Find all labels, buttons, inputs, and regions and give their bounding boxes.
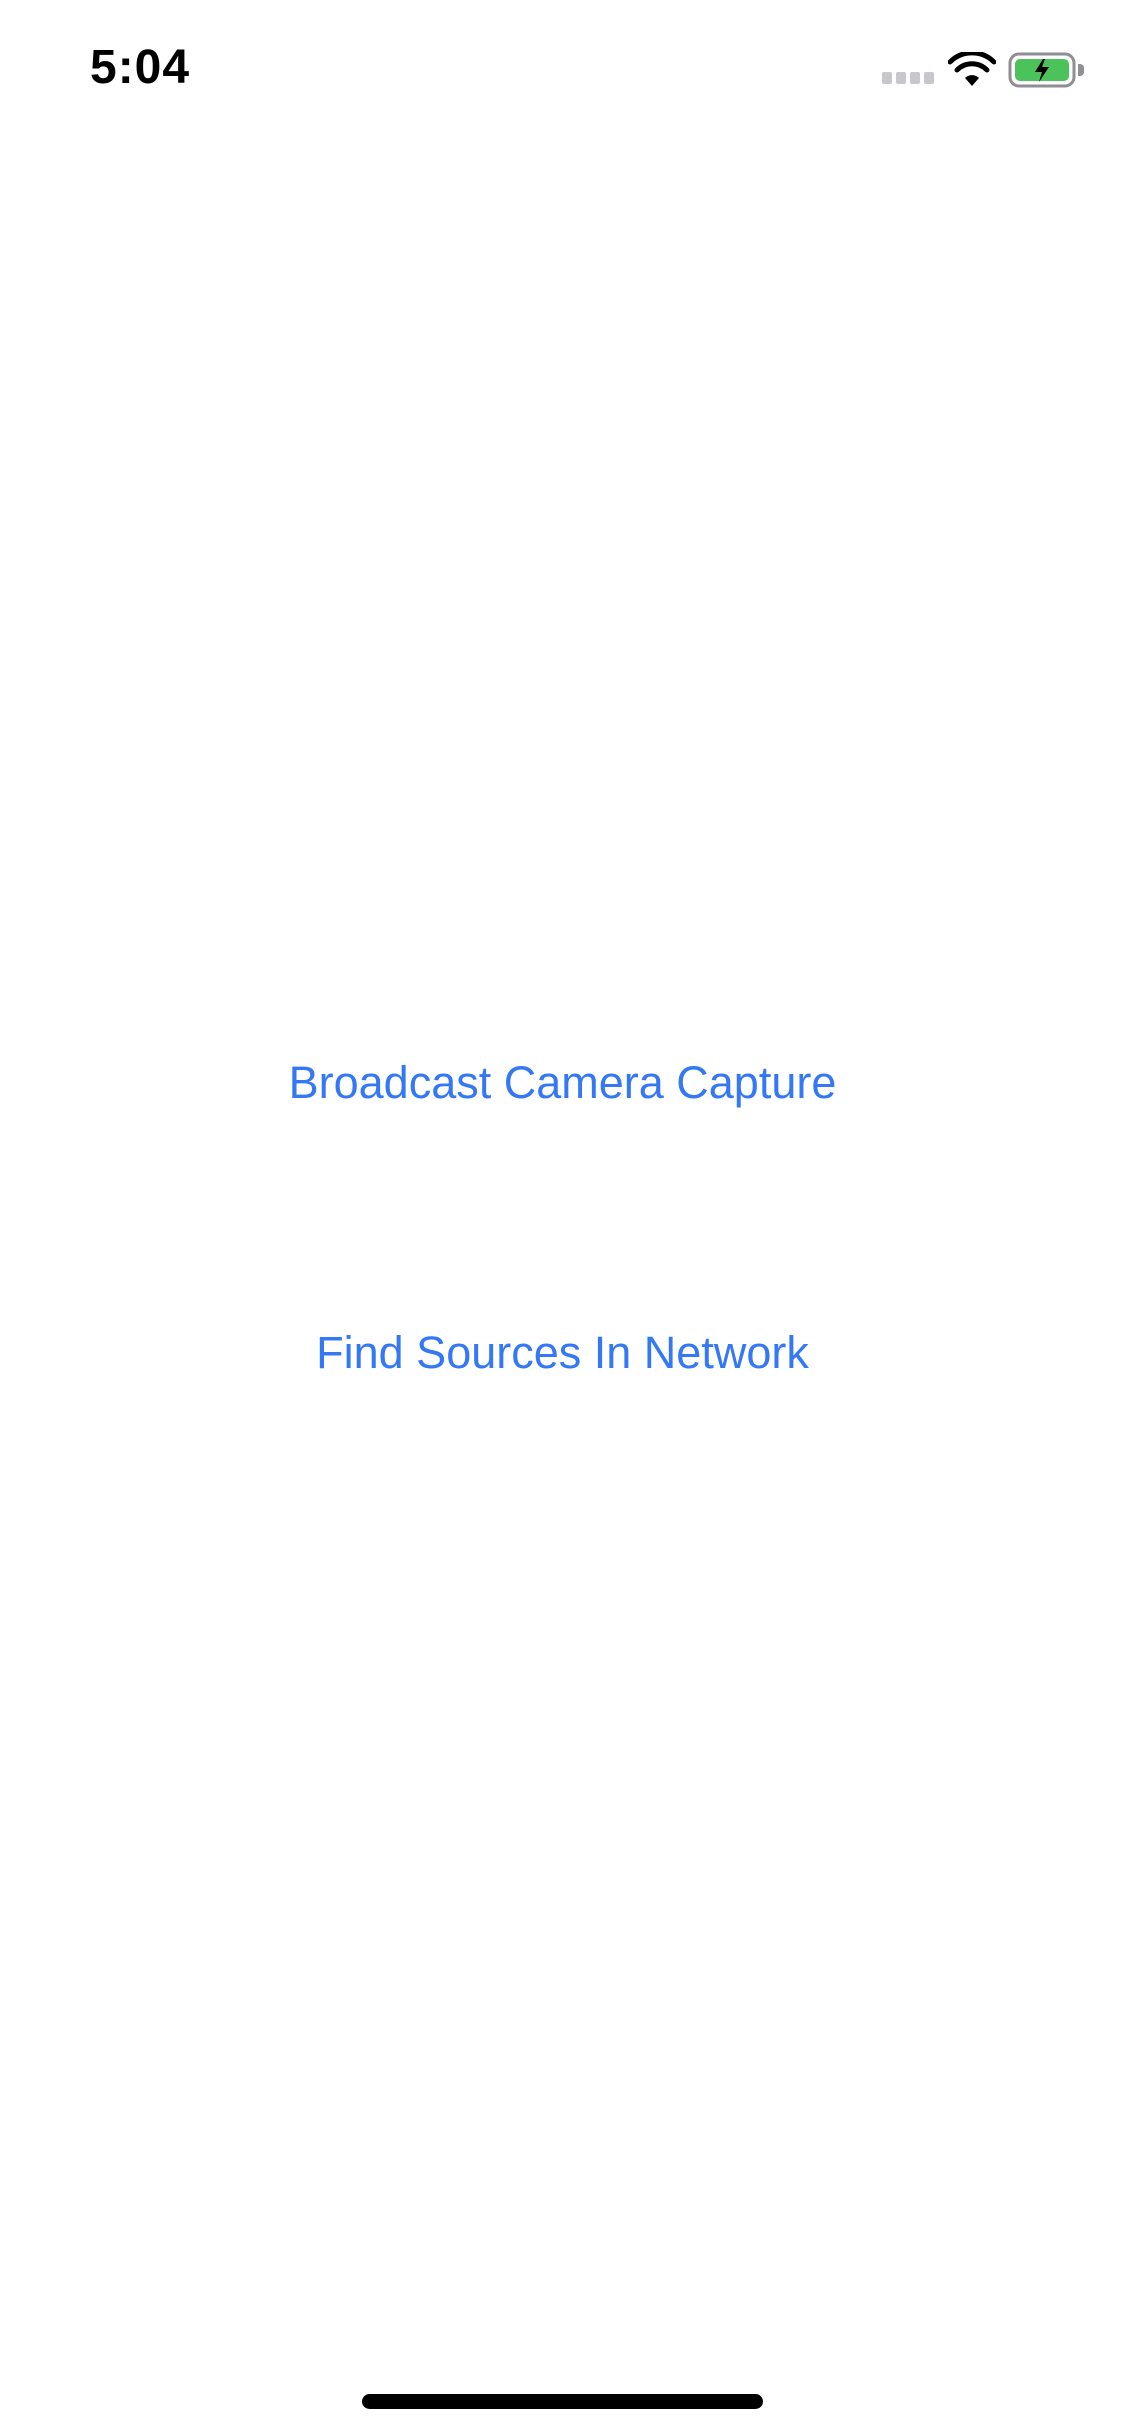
battery-charging-icon [1008, 52, 1084, 88]
wifi-icon [948, 52, 996, 86]
home-indicator [362, 2394, 763, 2409]
cellular-signal-icon [882, 72, 934, 84]
broadcast-camera-capture-button[interactable]: Broadcast Camera Capture [0, 1053, 1125, 1113]
status-time: 5:04 [90, 41, 191, 94]
find-sources-in-network-button[interactable]: Find Sources In Network [0, 1323, 1125, 1383]
status-bar: 5:04 [0, 0, 1125, 140]
